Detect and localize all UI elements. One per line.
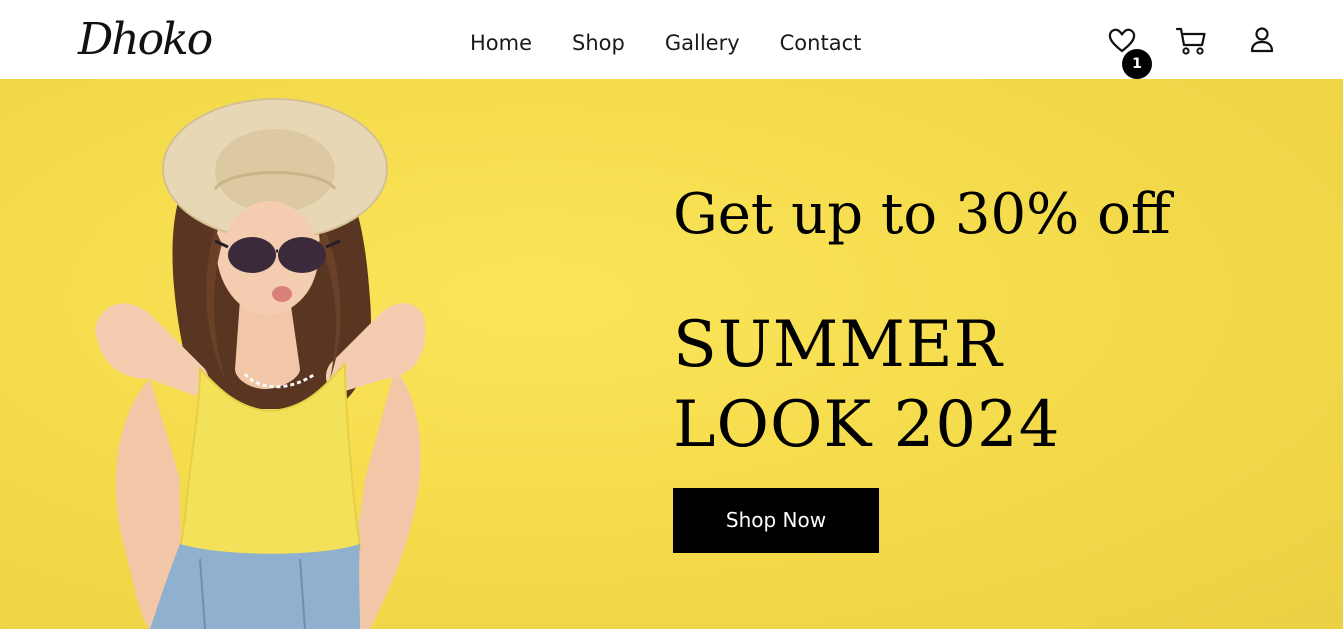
- main-nav: Home Shop Gallery Contact: [470, 28, 861, 58]
- nav-link-gallery[interactable]: Gallery: [665, 28, 740, 58]
- hero-title-line-1: SUMMER: [673, 308, 1003, 382]
- hero-title-line-2: LOOK 2024: [673, 388, 1061, 462]
- site-header: Dhoko Home Shop Gallery Contact 1: [0, 0, 1343, 79]
- hero-title: SUMMER LOOK 2024: [673, 305, 1060, 465]
- hero-banner: Get up to 30% off SUMMER LOOK 2024 Shop …: [0, 79, 1343, 629]
- hero-headline: Get up to 30% off: [673, 182, 1171, 247]
- nav-link-contact[interactable]: Contact: [780, 28, 862, 58]
- user-icon[interactable]: [1248, 26, 1276, 54]
- site-logo[interactable]: Dhoko: [78, 14, 213, 66]
- nav-link-home[interactable]: Home: [470, 28, 532, 58]
- shop-now-button[interactable]: Shop Now: [673, 488, 879, 553]
- wishlist-count-badge: 1: [1122, 49, 1152, 79]
- cart-icon[interactable]: [1175, 26, 1207, 56]
- nav-link-shop[interactable]: Shop: [572, 28, 625, 58]
- fashion-model-image: [95, 98, 426, 629]
